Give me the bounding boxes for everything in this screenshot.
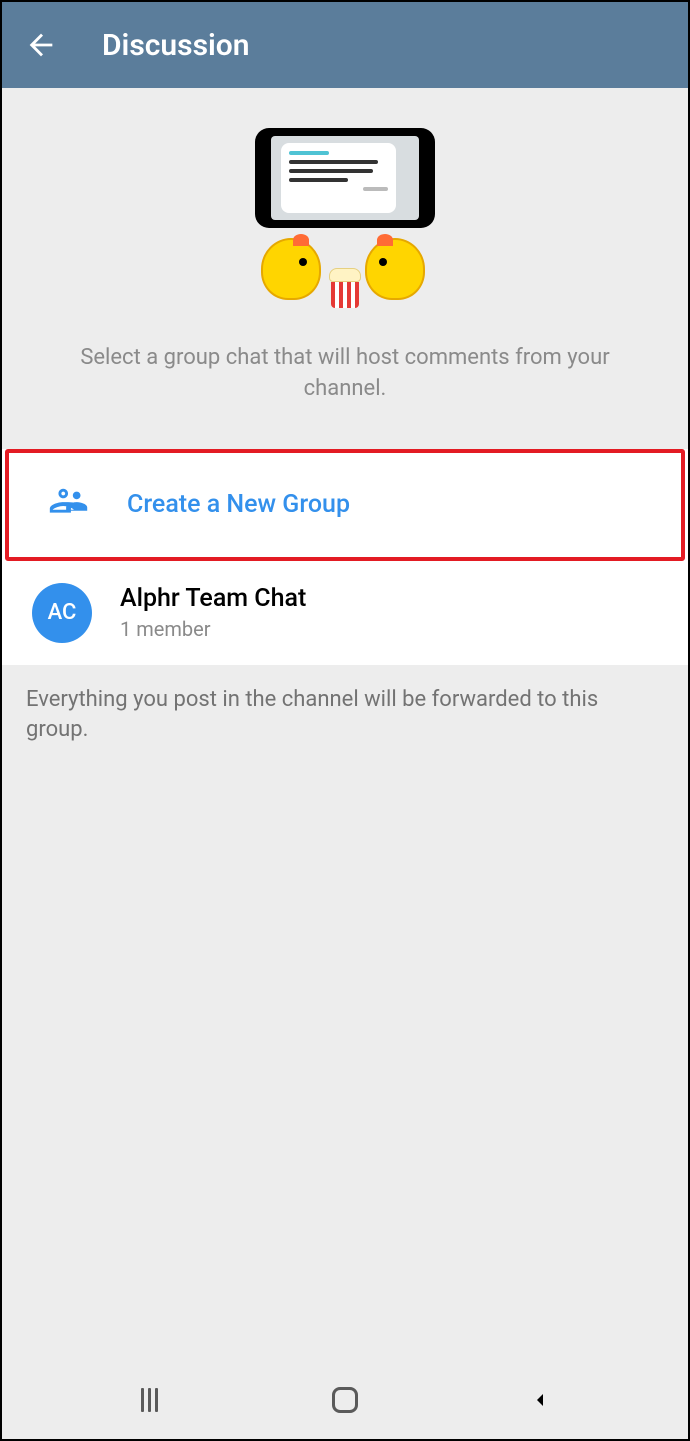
page-title: Discussion	[102, 28, 250, 63]
nav-home-button[interactable]	[325, 1380, 365, 1420]
chick-right-graphic	[365, 238, 429, 304]
nav-recent-button[interactable]	[130, 1380, 170, 1420]
nav-back-button[interactable]	[520, 1380, 560, 1420]
recent-apps-icon	[141, 1388, 158, 1412]
group-members-count: 1 member	[120, 617, 306, 641]
groups-list: Create a New Group AC Alphr Team Chat 1 …	[2, 449, 688, 665]
create-group-button[interactable]: Create a New Group	[5, 449, 685, 561]
phone-frame-graphic	[255, 128, 435, 228]
back-button[interactable]	[20, 24, 62, 66]
intro-description: Select a group chat that will host comme…	[22, 343, 668, 405]
system-nav-bar	[2, 1361, 688, 1439]
discussion-illustration	[245, 128, 445, 308]
footer-note: Everything you post in the channel will …	[2, 665, 688, 767]
popcorn-graphic	[329, 268, 361, 306]
group-name: Alphr Team Chat	[120, 584, 306, 613]
create-group-label: Create a New Group	[127, 490, 350, 519]
group-avatar: AC	[32, 583, 92, 643]
group-list-item[interactable]: AC Alphr Team Chat 1 member	[2, 561, 688, 665]
home-icon	[332, 1387, 358, 1413]
people-icon	[39, 475, 99, 535]
app-header: Discussion	[2, 2, 688, 88]
chick-left-graphic	[261, 238, 325, 304]
arrow-left-icon	[24, 28, 58, 62]
intro-section: Select a group chat that will host comme…	[2, 88, 688, 425]
chevron-left-icon	[528, 1388, 552, 1412]
